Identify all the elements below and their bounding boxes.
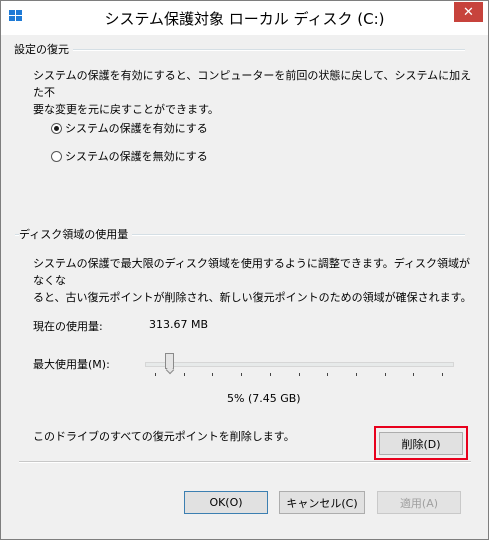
max-usage-label: 最大使用量(M): — [33, 358, 110, 371]
slider-tick — [212, 373, 214, 376]
delete-button-highlight — [374, 426, 468, 460]
current-usage-value: 313.67 MB — [149, 318, 209, 331]
delete-restore-points-description: このドライブのすべての復元ポイントを削除します。 — [33, 430, 295, 443]
current-usage-label: 現在の使用量: — [33, 320, 103, 333]
enable-protection-label: システムの保護を有効にする — [65, 122, 208, 135]
slider-tick — [327, 373, 329, 376]
slider-tick — [269, 373, 271, 376]
slider-tick — [442, 373, 443, 376]
disable-protection-radio[interactable]: システムの保護を無効にする — [51, 148, 208, 164]
max-usage-slider-thumb[interactable] — [165, 353, 175, 369]
window-title: システム保護対象 ローカル ディスク (C:) — [104, 10, 385, 28]
radio-selected-icon — [51, 122, 62, 134]
disk-usage-group-label: ディスク領域の使用量 — [19, 226, 133, 242]
slider-tick — [241, 373, 243, 376]
title-bar[interactable]: システム保護対象 ローカル ディスク (C:) ✕ — [1, 1, 488, 35]
max-usage-value: 5% (7.45 GB) — [227, 392, 301, 405]
footer-separator — [19, 461, 471, 463]
apply-button: 適用(A) — [377, 491, 461, 514]
max-usage-slider-track[interactable] — [145, 362, 454, 367]
enable-protection-radio[interactable]: システムの保護を有効にする — [51, 120, 208, 136]
slider-tick — [355, 373, 357, 376]
close-button[interactable]: ✕ — [454, 2, 483, 22]
slider-tick — [384, 373, 386, 376]
disk-usage-description: システムの保護で最大限のディスク領域を使用するように調整できます。ディスク領域が… — [33, 255, 473, 306]
slider-tick — [298, 373, 300, 376]
dialog-body: 設定の復元 システムの保護を有効にすると、コンピューターを前回の状態に戻して、シ… — [9, 35, 480, 532]
restore-settings-group-label: 設定の復元 — [14, 41, 73, 57]
cancel-button[interactable]: キャンセル(C) — [279, 491, 365, 514]
window-app-icon — [9, 10, 22, 21]
restore-settings-description: システムの保護を有効にすると、コンピューターを前回の状態に戻して、システムに加え… — [33, 67, 473, 118]
restore-settings-divider — [15, 49, 465, 51]
system-protection-dialog: システム保護対象 ローカル ディスク (C:) ✕ 設定の復元 システムの保護を… — [0, 0, 489, 540]
slider-tick — [413, 373, 415, 376]
restore-settings-description-line-1: システムの保護を有効にすると、コンピューターを前回の状態に戻して、システムに加え… — [33, 69, 472, 99]
radio-unselected-icon — [51, 150, 62, 162]
slider-tick — [155, 373, 156, 376]
close-icon: ✕ — [463, 4, 474, 20]
disk-usage-description-line-2: ると、古い復元ポイントが削除され、新しい復元ポイントのための領域が確保されます。 — [33, 291, 472, 304]
restore-settings-description-line-2: 要な変更を元に戻すことができます。 — [33, 103, 219, 116]
slider-tick — [183, 373, 185, 376]
ok-button[interactable]: OK(O) — [184, 491, 268, 514]
disable-protection-label: システムの保護を無効にする — [65, 150, 208, 163]
disk-usage-description-line-1: システムの保護で最大限のディスク領域を使用するように調整できます。ディスク領域が… — [33, 257, 471, 287]
